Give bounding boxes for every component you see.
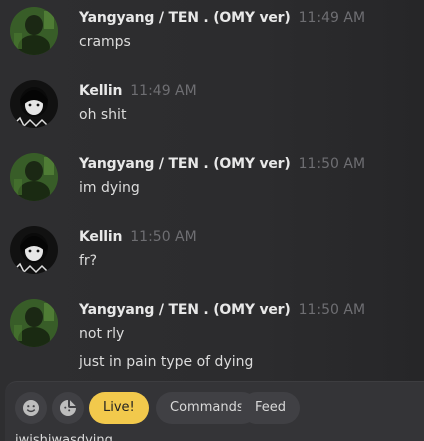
username[interactable]: Yangyang / TEN . (OMY ver) <box>79 302 291 318</box>
sticker-icon <box>60 400 76 416</box>
username[interactable]: Yangyang / TEN . (OMY ver) <box>79 10 291 26</box>
live-button[interactable]: Live! <box>89 392 149 424</box>
message-header: Yangyang / TEN . (OMY ver) 11:50 AM <box>79 299 365 319</box>
message-text: im dying <box>79 180 140 196</box>
message-header: Yangyang / TEN . (OMY ver) 11:50 AM <box>79 153 365 173</box>
message-text: just in pain type of dying <box>79 354 254 370</box>
message-text: cramps <box>79 34 131 50</box>
message-header: Kellin 11:49 AM <box>79 80 197 100</box>
avatar-bw[interactable] <box>10 226 58 274</box>
avatar-green[interactable] <box>10 153 58 201</box>
avatar-bw[interactable] <box>10 80 58 128</box>
message-header: Kellin 11:50 AM <box>79 226 197 246</box>
timestamp: 11:50 AM <box>130 229 197 245</box>
message-text: oh shit <box>79 107 127 123</box>
message-input[interactable]: iwishiwasdying <box>15 433 113 441</box>
username[interactable]: Kellin <box>79 83 122 99</box>
message-composer: Live! Commands Feed iwishiwasdying <box>5 381 424 441</box>
timestamp: 11:49 AM <box>130 83 197 99</box>
timestamp: 11:50 AM <box>298 302 366 318</box>
smiley-icon <box>23 400 39 416</box>
timestamp: 11:50 AM <box>298 156 366 172</box>
message-text: fr? <box>79 253 98 269</box>
chat-view: Yangyang / TEN . (OMY ver) 11:49 AM cramp… <box>0 0 424 441</box>
message-text: not rly <box>79 326 125 342</box>
emoji-button[interactable] <box>15 392 47 424</box>
feed-button[interactable]: Feed <box>241 392 301 424</box>
avatar-green[interactable] <box>10 299 58 347</box>
sticker-button[interactable] <box>52 392 84 424</box>
avatar-green[interactable] <box>10 7 58 55</box>
username[interactable]: Yangyang / TEN . (OMY ver) <box>79 156 291 172</box>
username[interactable]: Kellin <box>79 229 122 245</box>
timestamp: 11:49 AM <box>298 10 366 26</box>
message-header: Yangyang / TEN . (OMY ver) 11:49 AM <box>79 7 365 27</box>
